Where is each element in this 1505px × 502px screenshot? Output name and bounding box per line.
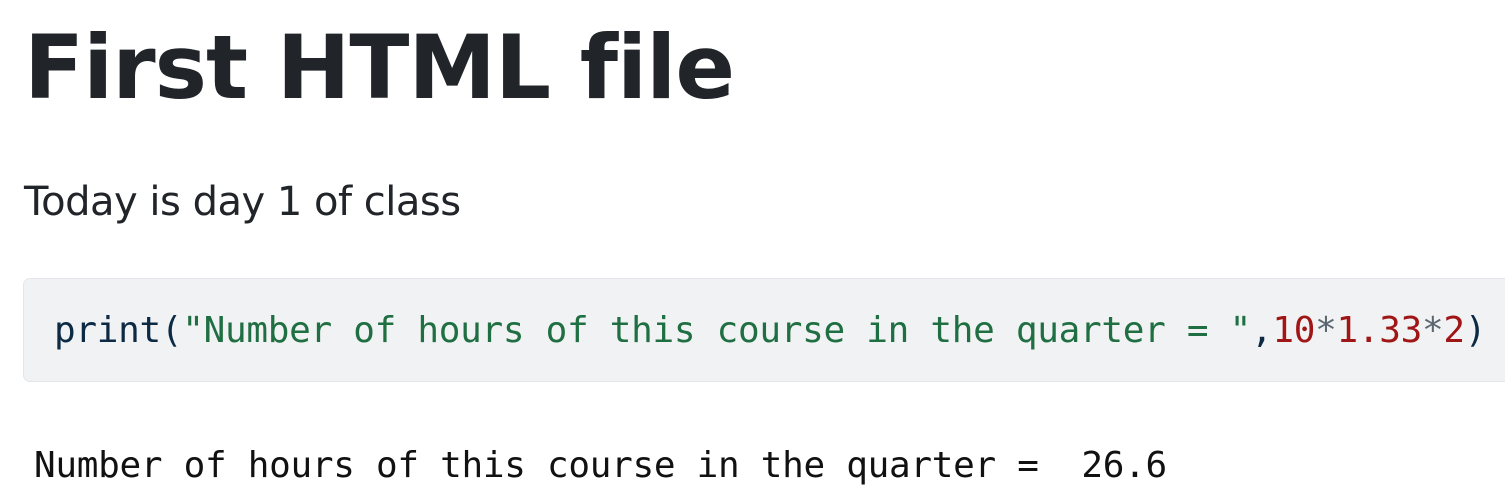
- code-number-2: 1.33: [1336, 310, 1422, 351]
- code-open-paren: (: [160, 310, 183, 351]
- code-function-name: print: [54, 310, 161, 351]
- code-close-paren: ): [1464, 310, 1487, 351]
- code-line: print("Number of hours of this course in…: [54, 307, 1486, 355]
- code-cell[interactable]: print("Number of hours of this course in…: [23, 278, 1505, 382]
- code-operator-1: *: [1315, 310, 1337, 351]
- cell-output: Number of hours of this course in the qu…: [34, 445, 1167, 486]
- code-number-1: 10: [1272, 310, 1316, 351]
- code-number-3: 2: [1443, 310, 1465, 351]
- page-title: First HTML file: [24, 16, 735, 119]
- code-string-literal: "Number of hours of this course in the q…: [182, 310, 1251, 351]
- code-comma: ,: [1250, 310, 1273, 351]
- intro-text: Today is day 1 of class: [24, 179, 461, 225]
- code-operator-2: *: [1421, 310, 1444, 351]
